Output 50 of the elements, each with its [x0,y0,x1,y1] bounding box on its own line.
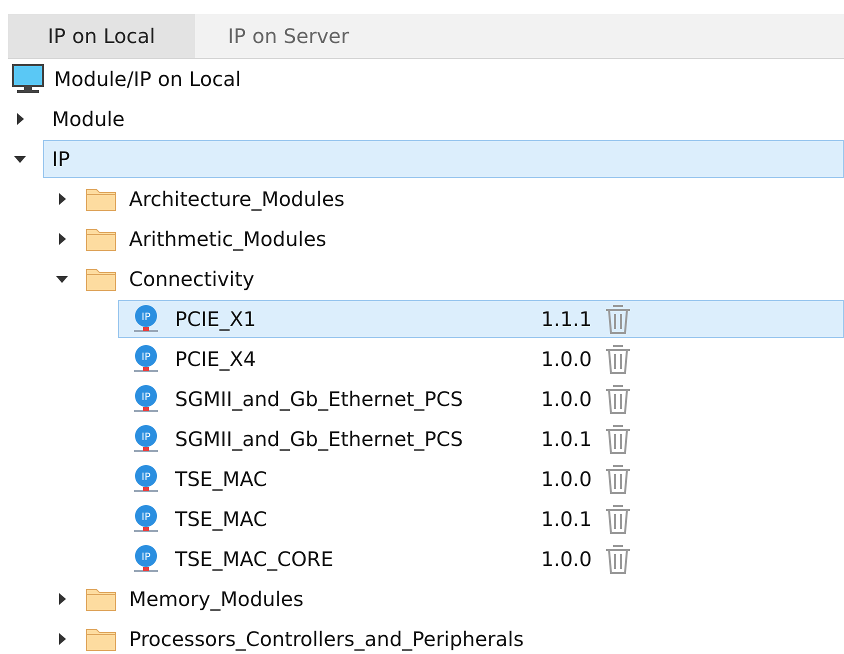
tree-row[interactable]: Memory_Modules [85,580,844,618]
ip-name: SGMII_and_Gb_Ethernet_PCS [175,427,463,451]
tree-item-label: Arithmetic_Modules [129,227,326,251]
tree-row[interactable]: IP PCIE_X4 1.0.0 [118,340,844,378]
version-text: 1.1.1 [541,307,593,331]
trash-icon[interactable] [603,422,633,456]
tab[interactable]: IP on Server [195,14,382,58]
folder-icon [85,266,117,292]
tree-row[interactable]: Arithmetic_Modules [85,220,844,258]
version-text: 1.0.0 [541,547,593,571]
tree-item-label: Connectivity [129,267,254,291]
tree-row[interactable]: IP TSE_MAC 1.0.1 [118,500,844,538]
tree-item-label: Architecture_Modules [129,187,345,211]
ip-name: TSE_MAC_CORE [175,547,334,571]
tree-row[interactable]: IP SGMII_and_Gb_Ethernet_PCS 1.0.1 [118,420,844,458]
monitor-icon [12,64,44,94]
tree-row[interactable]: IP PCIE_X1 1.1.1 [118,300,844,338]
trash-icon[interactable] [603,542,633,576]
folder-icon [85,626,117,652]
version-text: 1.0.0 [541,347,593,371]
version-text: 1.0.1 [541,507,593,531]
trash-icon[interactable] [603,462,633,496]
ip-name: TSE_MAC [175,467,268,491]
tree-row[interactable]: IP TSE_MAC_CORE 1.0.0 [118,540,844,578]
ip-name: PCIE_X4 [175,347,256,371]
tree-row[interactable]: Module [43,100,844,138]
trash-icon[interactable] [603,502,633,536]
trash-icon[interactable] [603,342,633,376]
tree-row[interactable]: Architecture_Modules [85,180,844,218]
trash-icon[interactable] [603,382,633,416]
version-text: 1.0.0 [541,467,593,491]
version-text: 1.0.1 [541,427,593,451]
tree-row[interactable]: IP [43,140,844,178]
tree-item-label: IP [52,147,70,171]
tab[interactable]: IP on Local [8,14,195,58]
folder-icon [85,226,117,252]
tree-row[interactable]: IP SGMII_and_Gb_Ethernet_PCS 1.0.0 [118,380,844,418]
folder-icon [85,586,117,612]
ip-name: TSE_MAC [175,507,268,531]
tree-item-label: Module [52,107,125,131]
tree-row[interactable]: Processors_Controllers_and_Peripherals [85,620,844,654]
tree-item-label: Processors_Controllers_and_Peripherals [129,627,524,651]
version-text: 1.0.0 [541,387,593,411]
tree-row[interactable]: IP TSE_MAC 1.0.0 [118,460,844,498]
tree-row[interactable]: Connectivity [85,260,844,298]
ip-name: SGMII_and_Gb_Ethernet_PCS [175,387,463,411]
folder-icon [85,186,117,212]
tree-item-label: Memory_Modules [129,587,304,611]
tree-root-label: Module/IP on Local [54,67,241,91]
ip-name: PCIE_X1 [175,307,256,331]
